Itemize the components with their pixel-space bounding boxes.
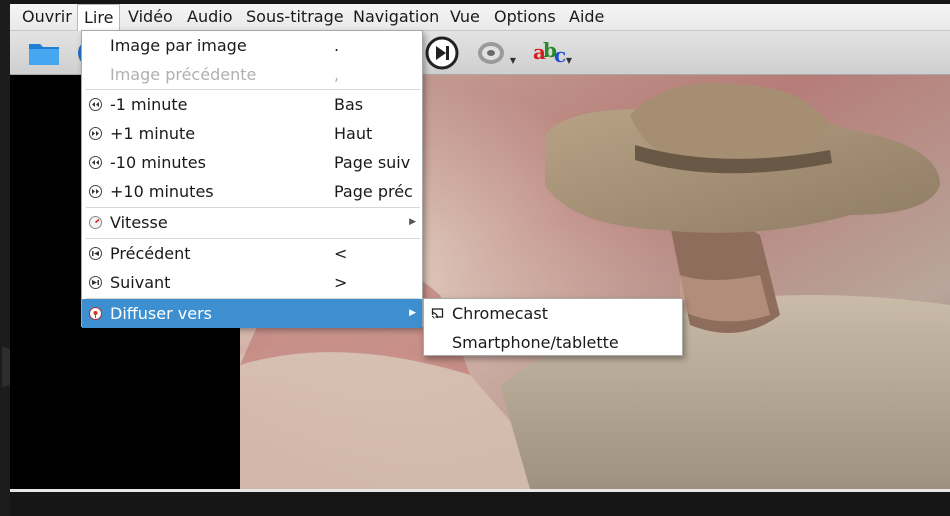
rewind-icon (89, 98, 102, 111)
next-frame-button[interactable] (424, 35, 460, 71)
cast-submenu: Chromecast Smartphone/tablette (423, 298, 683, 356)
submenu-arrow-icon: ▶ (409, 308, 416, 318)
submenu-item-smartphone-tablette[interactable]: Smartphone/tablette (424, 328, 682, 357)
menu-item-image-precedente: Image précédente , (82, 60, 422, 89)
fast-forward-icon (89, 127, 102, 140)
menu-item-suivant[interactable]: Suivant > (82, 268, 422, 297)
cast-icon (431, 308, 444, 319)
menu-item-shortcut: . (334, 36, 340, 55)
menu-item-shortcut: Haut (334, 124, 373, 143)
menu-bar: Ouvrir Lire Vidéo Audio Sous-titrage Nav… (10, 4, 950, 31)
menu-item-label: Image précédente (110, 65, 257, 84)
chevron-down-icon: ▼ (565, 56, 572, 65)
menu-aide[interactable]: Aide (563, 4, 610, 30)
audio-speaker-icon (478, 42, 504, 64)
menu-item-shortcut: Bas (334, 95, 364, 114)
menu-options[interactable]: Options (488, 4, 562, 30)
menu-item-minus-1-minute[interactable]: -1 minute Bas (82, 90, 422, 119)
menu-item-image-par-image[interactable]: Image par image . (82, 31, 422, 60)
open-folder-icon (29, 44, 59, 65)
menu-item-minus-10-minutes[interactable]: -10 minutes Page suiv (82, 148, 422, 177)
menu-item-label: Vitesse (110, 213, 168, 232)
skip-previous-icon (89, 247, 102, 260)
menu-video[interactable]: Vidéo (122, 4, 179, 30)
speedometer-icon (89, 216, 102, 229)
rewind-icon (89, 156, 102, 169)
window-frame-left (0, 0, 10, 516)
menu-vue[interactable]: Vue (444, 4, 486, 30)
menu-item-label: Diffuser vers (110, 304, 212, 323)
subtitles-button[interactable]: a b c ▼ (530, 35, 572, 71)
menu-item-plus-10-minutes[interactable]: +10 minutes Page préc (82, 177, 422, 206)
menu-item-shortcut: < (334, 244, 348, 263)
submenu-item-chromecast[interactable]: Chromecast (424, 299, 682, 328)
skip-next-icon (89, 276, 102, 289)
menu-item-label: Image par image (110, 36, 247, 55)
menu-item-label: -10 minutes (110, 153, 206, 172)
menu-ouvrir[interactable]: Ouvrir (16, 4, 78, 30)
menu-item-label: +10 minutes (110, 182, 214, 201)
menu-audio[interactable]: Audio (181, 4, 238, 30)
menu-item-label: +1 minute (110, 124, 196, 143)
menu-sous-titrage[interactable]: Sous-titrage (240, 4, 350, 30)
menu-item-shortcut: Page suiv (334, 153, 411, 172)
menu-item-label: Chromecast (452, 304, 548, 323)
submenu-arrow-icon: ▶ (409, 217, 416, 227)
status-strip (10, 489, 950, 492)
menu-lire[interactable]: Lire (77, 4, 121, 31)
next-frame-icon (425, 36, 459, 70)
chevron-down-icon: ▼ (509, 56, 516, 65)
svg-text:c: c (554, 43, 566, 67)
menu-item-precedent[interactable]: Précédent < (82, 239, 422, 268)
audio-button[interactable]: ▼ (474, 35, 516, 71)
menu-item-shortcut: Page préc (334, 182, 413, 201)
menu-item-shortcut: , (334, 65, 340, 84)
menu-item-plus-1-minute[interactable]: +1 minute Haut (82, 119, 422, 148)
play-menu: Image par image . Image précédente , -1 … (81, 30, 423, 328)
menu-item-vitesse[interactable]: Vitesse ▶ (82, 208, 422, 237)
menu-navigation[interactable]: Navigation (347, 4, 445, 30)
menu-item-label: Précédent (110, 244, 191, 263)
menu-item-diffuser-vers[interactable]: Diffuser vers ▶ (82, 299, 422, 328)
open-folder-button[interactable] (26, 35, 62, 71)
menu-item-label: -1 minute (110, 95, 188, 114)
menu-item-label: Suivant (110, 273, 171, 292)
subtitles-abc-icon: a b c (533, 38, 566, 67)
menu-item-label: Smartphone/tablette (452, 333, 619, 352)
broadcast-icon (89, 307, 102, 320)
fast-forward-icon (89, 185, 102, 198)
menu-item-shortcut: > (334, 273, 348, 292)
